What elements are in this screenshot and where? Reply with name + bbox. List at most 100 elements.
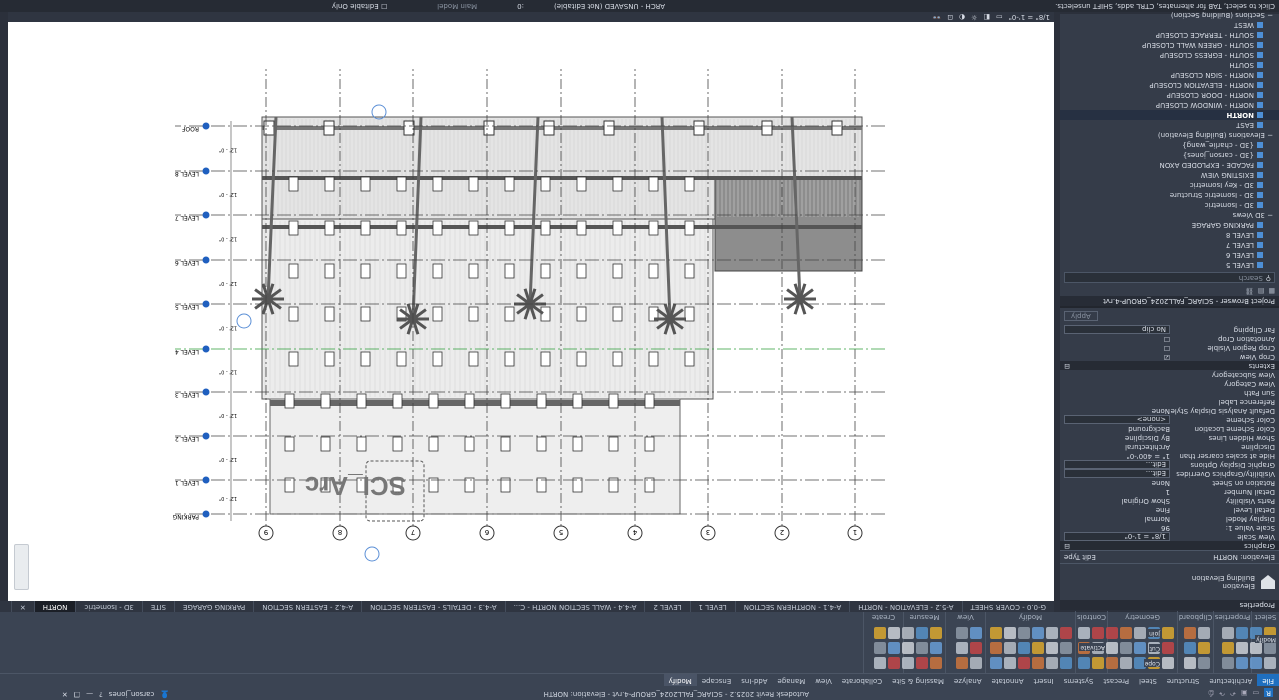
tool-icon[interactable] [1162, 657, 1174, 669]
property-value[interactable] [1064, 379, 1170, 388]
design-option[interactable]: Main Model [437, 2, 477, 10]
tool-icon[interactable] [902, 657, 914, 669]
tool-icon[interactable] [1078, 627, 1090, 639]
property-value[interactable]: 1 [1064, 487, 1170, 496]
level-head[interactable] [202, 388, 210, 396]
browser-item[interactable]: SOUTH - TERRACE CLOSEUP [1060, 30, 1279, 40]
link-icon[interactable]: ⛓ [1245, 286, 1254, 295]
browser-item[interactable]: NORTH - WINDOW CLOSEUP [1060, 100, 1279, 110]
tool-icon[interactable] [930, 642, 942, 654]
browser-item[interactable]: EAST [1060, 120, 1279, 130]
tool-icon[interactable] [1222, 657, 1234, 669]
undo-icon[interactable]: ↶ [1230, 689, 1236, 698]
property-value[interactable]: Normal [1064, 514, 1170, 523]
tool-icon[interactable] [930, 627, 942, 639]
print-icon[interactable]: ⎙ [1209, 689, 1215, 698]
browser-item[interactable]: SOUTH - GREEN WALL CLOSEUP [1060, 40, 1279, 50]
property-value[interactable]: 1/8" = 1'-0" [1064, 532, 1170, 541]
view-tab[interactable]: A-5.2 - ELEVATION - NORTH [849, 601, 962, 612]
tool-icon[interactable] [1162, 627, 1174, 639]
property-value[interactable] [1064, 388, 1170, 397]
tool-icon[interactable] [1184, 657, 1196, 669]
property-value[interactable]: Fine [1064, 505, 1170, 514]
tool-icon[interactable] [916, 657, 928, 669]
view-tab[interactable]: A-4.4 - WALL SECTION NORTH - C... [504, 601, 645, 612]
tool-icon[interactable] [874, 627, 886, 639]
modify-button[interactable]: Modify [1255, 635, 1277, 643]
ribbon-tab-insert[interactable]: Insert [1029, 674, 1059, 686]
tool-icon[interactable] [1060, 657, 1072, 669]
tool-icon[interactable] [1032, 657, 1044, 669]
tool-icon[interactable] [888, 642, 900, 654]
view-tab[interactable]: SITE [141, 601, 174, 612]
view-tab[interactable]: LEVEL 2 [644, 601, 690, 612]
tool-icon[interactable] [1046, 627, 1058, 639]
browser-item[interactable]: 3D - Isometric [1060, 200, 1279, 210]
view-scale[interactable]: 1/8" = 1'-0" [1009, 13, 1050, 21]
tool-icon[interactable] [1222, 642, 1234, 654]
tool-icon[interactable] [956, 627, 968, 639]
level-head[interactable] [202, 167, 210, 175]
crop-icon[interactable]: ⊡ [947, 13, 953, 21]
property-value[interactable]: 96 [1064, 523, 1170, 532]
tool-icon[interactable] [1032, 627, 1044, 639]
browser-item[interactable]: {3D - charlie_wang} [1060, 140, 1279, 150]
property-value[interactable] [1064, 397, 1170, 406]
tool-icon[interactable] [916, 627, 928, 639]
tool-icon[interactable] [1134, 627, 1146, 639]
join-button[interactable]: Join [1148, 629, 1161, 637]
ribbon-tab-massing-site[interactable]: Massing & Site [887, 674, 949, 686]
ribbon-tab-manage[interactable]: Manage [772, 674, 810, 686]
type-selector[interactable]: Elevation Building Elevation [1060, 564, 1279, 600]
tool-icon[interactable] [1236, 627, 1248, 639]
view-tab[interactable]: A-4.3 - DETAILS - EASTERN SECTION [361, 601, 505, 612]
browser-item[interactable]: LEVEL 7 [1060, 240, 1279, 250]
apply-button[interactable]: Apply [1064, 311, 1098, 321]
tool-icon[interactable] [1004, 657, 1016, 669]
level-head[interactable] [202, 256, 210, 264]
close-tab-icon[interactable]: ✕ [10, 601, 34, 612]
quick-access-toolbar[interactable]: R ▭ ▣ ↶ ↷ ⎙ [1209, 688, 1273, 698]
tool-icon[interactable] [1198, 627, 1210, 639]
property-value[interactable]: 1" = 400'-0" [1064, 451, 1170, 460]
tool-icon[interactable] [956, 642, 968, 654]
property-value[interactable]: None [1064, 478, 1170, 487]
property-value[interactable]: None [1064, 406, 1170, 415]
level-head[interactable] [202, 211, 210, 219]
save-icon[interactable]: ▣ [1241, 689, 1248, 698]
tool-icon[interactable] [902, 642, 914, 654]
tool-icon[interactable] [990, 627, 1002, 639]
tool-icon[interactable] [1198, 642, 1210, 654]
tool-icon[interactable] [1078, 657, 1090, 669]
tool-icon[interactable] [970, 657, 982, 669]
view-tab[interactable]: A-4.2 - EASTERN SECTION [253, 601, 362, 612]
browser-item[interactable]: PARKING GARAGE [1060, 220, 1279, 230]
user-name[interactable]: carson_jones [109, 690, 155, 698]
level-head[interactable] [202, 432, 210, 440]
tool-icon[interactable] [902, 627, 914, 639]
level-head[interactable] [202, 345, 210, 353]
tool-icon[interactable] [1236, 657, 1248, 669]
tool-icon[interactable] [874, 657, 886, 669]
view-tab[interactable]: NORTH [33, 601, 76, 612]
minimize-button[interactable]: — [86, 690, 93, 698]
property-value[interactable]: Show Original [1064, 496, 1170, 505]
view-tab[interactable]: PARKING GARAGE [174, 601, 254, 612]
editable-only-checkbox[interactable]: ☐ Editable Only [332, 2, 387, 10]
tool-icon[interactable] [1250, 657, 1262, 669]
ribbon-tab-steel[interactable]: Steel [1134, 674, 1162, 686]
tool-icon[interactable] [956, 657, 968, 669]
browser-item[interactable]: NORTH - DOOR CLOSEUP [1060, 90, 1279, 100]
property-value[interactable]: ☐ [1064, 343, 1170, 352]
property-value[interactable]: ☑ [1064, 352, 1170, 361]
tool-icon[interactable] [1264, 657, 1276, 669]
ribbon-tab-file[interactable]: File [1257, 674, 1279, 686]
tool-icon[interactable] [1018, 657, 1030, 669]
browser-group[interactable]: − 3D Views [1060, 210, 1279, 220]
ribbon-tab-modify[interactable]: Modify [663, 674, 697, 686]
tool-icon[interactable] [1060, 642, 1072, 654]
property-value[interactable]: ☐ [1064, 334, 1170, 343]
tool-icon[interactable] [916, 642, 928, 654]
help-icon[interactable]: ? [99, 690, 103, 698]
open-icon[interactable]: ▭ [1253, 689, 1260, 698]
